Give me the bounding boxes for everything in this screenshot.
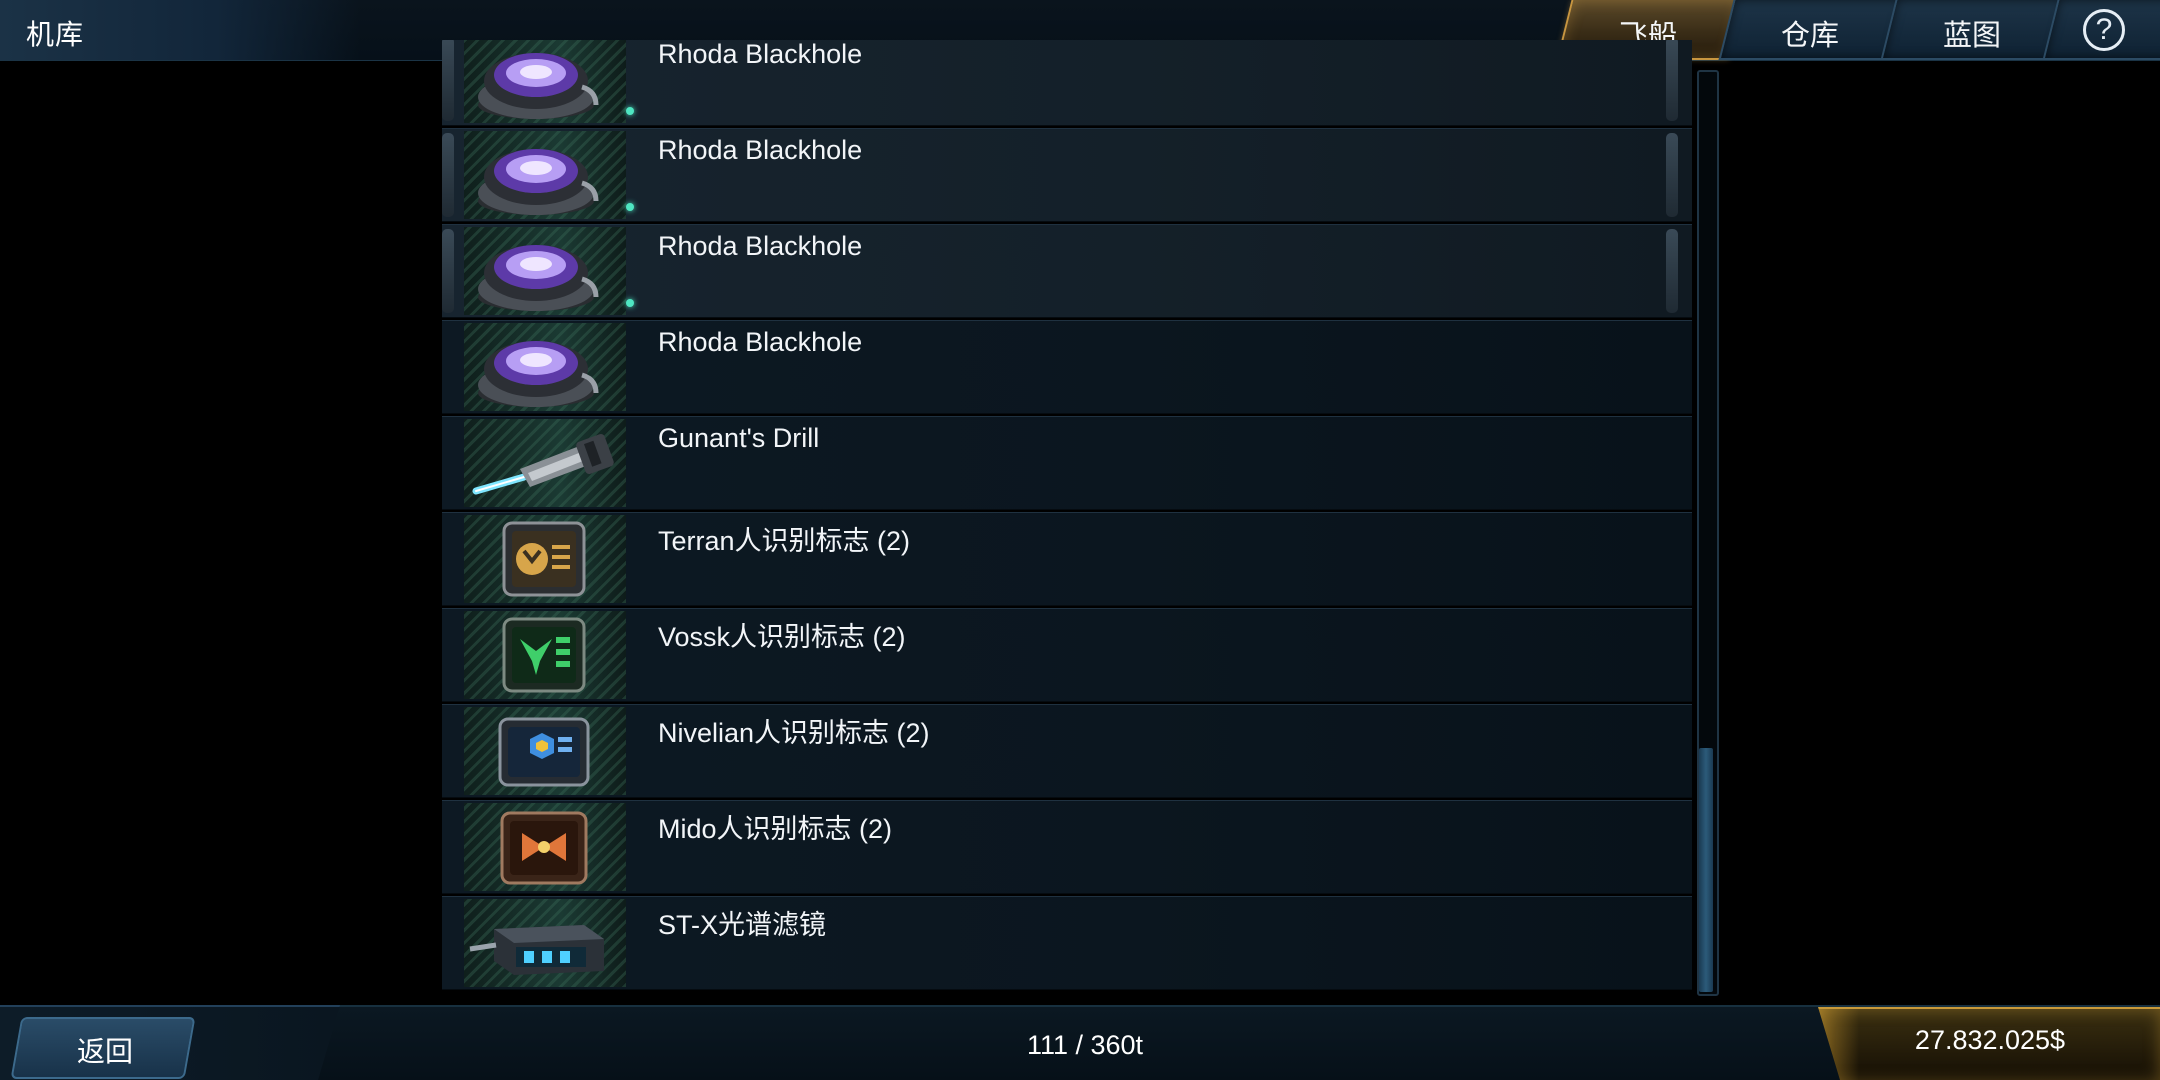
scrollbar-thumb[interactable] [1699, 748, 1713, 992]
blackhole-generator-icon [464, 131, 626, 219]
list-item[interactable]: Gunant's Drill [442, 416, 1692, 510]
equipped-indicator [626, 299, 634, 307]
vossk-id-card-icon [464, 611, 626, 699]
equipped-indicator [626, 203, 634, 211]
title-panel: 机库 [0, 0, 360, 60]
tab-storage[interactable] [1718, 0, 1906, 60]
back-button[interactable] [10, 1017, 196, 1079]
cargo-capacity: 111 / 360t [1026, 1030, 1144, 1060]
item-name: Gunant's Drill [658, 423, 820, 453]
item-name: Rhoda Blackhole [658, 231, 863, 261]
list-item[interactable]: Nivelian人识别标志 (2) [442, 704, 1692, 798]
credits-value: 27.832.025$ [1914, 1025, 2066, 1055]
list-item[interactable]: Rhoda Blackhole [442, 40, 1692, 126]
item-name: Rhoda Blackhole [658, 135, 863, 165]
terran-id-card-icon [464, 515, 626, 603]
mido-id-card-icon [464, 803, 626, 891]
list-item[interactable]: Terran人识别标志 (2) [442, 512, 1692, 606]
list-item[interactable]: Rhoda Blackhole [442, 320, 1692, 414]
hangar-screen: 机库 飞船 仓库 蓝图 ? Rhoda Blackhole Rhoda Blac… [0, 0, 2160, 1080]
item-list[interactable]: Rhoda Blackhole Rhoda Blackhole Rhoda Bl… [442, 40, 1692, 995]
blackhole-generator-icon [464, 323, 626, 411]
spectral-filter-icon [464, 899, 626, 987]
nivelian-id-card-icon [464, 707, 626, 795]
tab-blueprints[interactable] [1880, 0, 2068, 60]
list-item[interactable]: Mido人识别标志 (2) [442, 800, 1692, 894]
page-title: 机库 [26, 19, 85, 50]
item-name: Terran人识别标志 (2) [658, 526, 911, 556]
drill-icon [464, 419, 626, 507]
list-item[interactable]: Rhoda Blackhole [442, 128, 1692, 222]
item-name: Rhoda Blackhole [658, 40, 863, 69]
item-name: Mido人识别标志 (2) [658, 814, 893, 844]
item-name: Vossk人识别标志 (2) [658, 622, 906, 652]
equipped-indicator [626, 107, 634, 115]
list-item[interactable]: ST-X光谱滤镜 [442, 896, 1692, 990]
item-name: Rhoda Blackhole [658, 327, 863, 357]
help-button[interactable] [2042, 0, 2160, 60]
item-name: ST-X光谱滤镜 [658, 910, 827, 940]
item-name: Nivelian人识别标志 (2) [658, 718, 930, 748]
list-item[interactable]: Vossk人识别标志 (2) [442, 608, 1692, 702]
blackhole-generator-icon [464, 227, 626, 315]
blackhole-generator-icon [464, 40, 626, 123]
list-item[interactable]: Rhoda Blackhole [442, 224, 1692, 318]
